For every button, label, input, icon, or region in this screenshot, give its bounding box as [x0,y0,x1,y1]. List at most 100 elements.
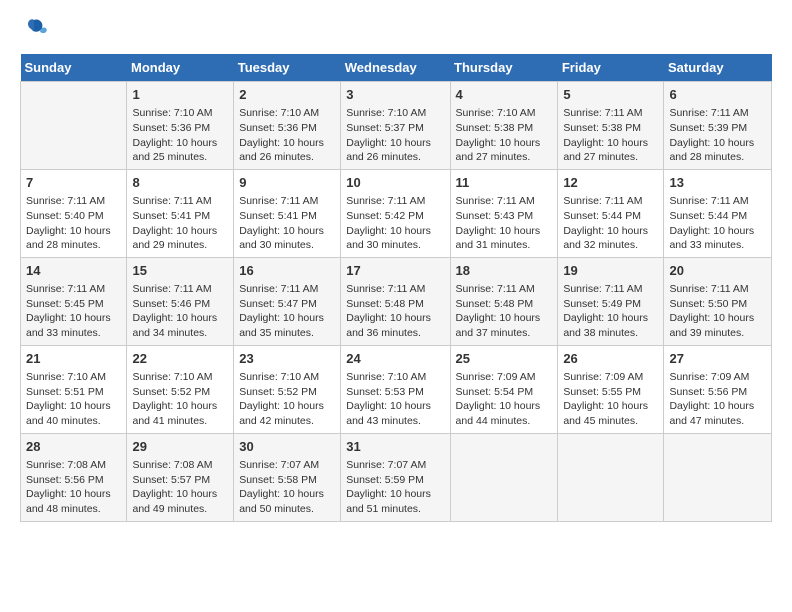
calendar-cell: 12 Sunrise: 7:11 AMSunset: 5:44 PMDayligh… [558,169,664,257]
header-row: SundayMondayTuesdayWednesdayThursdayFrid… [21,54,772,82]
day-info: Sunrise: 7:10 AMSunset: 5:52 PMDaylight:… [132,370,228,429]
day-info: Sunrise: 7:07 AMSunset: 5:59 PMDaylight:… [346,458,444,517]
day-number: 23 [239,350,335,368]
header-day-wednesday: Wednesday [341,54,450,82]
header-day-sunday: Sunday [21,54,127,82]
calendar-cell: 16 Sunrise: 7:11 AMSunset: 5:47 PMDayligh… [234,257,341,345]
calendar-cell: 23 Sunrise: 7:10 AMSunset: 5:52 PMDayligh… [234,345,341,433]
calendar-cell: 18Sunrise: 7:11 AMSunset: 5:48 PMDayligh… [450,257,558,345]
calendar-cell: 27Sunrise: 7:09 AMSunset: 5:56 PMDayligh… [664,345,772,433]
day-number: 28 [26,438,121,456]
header-day-monday: Monday [127,54,234,82]
day-info: Sunrise: 7:10 AMSunset: 5:36 PMDaylight:… [132,106,228,165]
week-row-3: 21 Sunrise: 7:10 AMSunset: 5:51 PMDayligh… [21,345,772,433]
day-info: Sunrise: 7:11 AMSunset: 5:38 PMDaylight:… [563,106,658,165]
calendar-cell [21,82,127,170]
calendar-cell: 11Sunrise: 7:11 AMSunset: 5:43 PMDayligh… [450,169,558,257]
day-info: Sunrise: 7:11 AMSunset: 5:45 PMDaylight:… [26,282,121,341]
day-number: 5 [563,86,658,104]
day-info: Sunrise: 7:11 AMSunset: 5:44 PMDaylight:… [563,194,658,253]
calendar-cell [450,433,558,521]
header-day-thursday: Thursday [450,54,558,82]
calendar-cell: 5 Sunrise: 7:11 AMSunset: 5:38 PMDaylight… [558,82,664,170]
calendar-cell: 31 Sunrise: 7:07 AMSunset: 5:59 PMDayligh… [341,433,450,521]
day-info: Sunrise: 7:11 AMSunset: 5:46 PMDaylight:… [132,282,228,341]
logo [20,16,52,44]
calendar-cell: 20Sunrise: 7:11 AMSunset: 5:50 PMDayligh… [664,257,772,345]
calendar-cell: 4 Sunrise: 7:10 AMSunset: 5:38 PMDaylight… [450,82,558,170]
day-info: Sunrise: 7:11 AMSunset: 5:40 PMDaylight:… [26,194,121,253]
calendar-cell: 25 Sunrise: 7:09 AMSunset: 5:54 PMDayligh… [450,345,558,433]
day-number: 14 [26,262,121,280]
day-number: 15 [132,262,228,280]
day-info: Sunrise: 7:11 AMSunset: 5:41 PMDaylight:… [239,194,335,253]
day-number: 6 [669,86,766,104]
day-info: Sunrise: 7:09 AMSunset: 5:54 PMDaylight:… [456,370,553,429]
calendar-body: 1 Sunrise: 7:10 AMSunset: 5:36 PMDaylight… [21,82,772,522]
day-info: Sunrise: 7:10 AMSunset: 5:37 PMDaylight:… [346,106,444,165]
calendar-cell: 1 Sunrise: 7:10 AMSunset: 5:36 PMDaylight… [127,82,234,170]
day-number: 2 [239,86,335,104]
day-number: 30 [239,438,335,456]
day-number: 13 [669,174,766,192]
calendar-cell: 7 Sunrise: 7:11 AMSunset: 5:40 PMDaylight… [21,169,127,257]
day-info: Sunrise: 7:10 AMSunset: 5:36 PMDaylight:… [239,106,335,165]
day-number: 26 [563,350,658,368]
day-number: 7 [26,174,121,192]
page: SundayMondayTuesdayWednesdayThursdayFrid… [0,0,792,538]
day-number: 24 [346,350,444,368]
calendar-cell: 15 Sunrise: 7:11 AMSunset: 5:46 PMDayligh… [127,257,234,345]
day-info: Sunrise: 7:11 AMSunset: 5:39 PMDaylight:… [669,106,766,165]
day-info: Sunrise: 7:11 AMSunset: 5:42 PMDaylight:… [346,194,444,253]
day-number: 16 [239,262,335,280]
week-row-1: 7 Sunrise: 7:11 AMSunset: 5:40 PMDaylight… [21,169,772,257]
day-number: 25 [456,350,553,368]
calendar-cell: 10 Sunrise: 7:11 AMSunset: 5:42 PMDayligh… [341,169,450,257]
calendar-cell: 13 Sunrise: 7:11 AMSunset: 5:44 PMDayligh… [664,169,772,257]
day-number: 31 [346,438,444,456]
day-info: Sunrise: 7:11 AMSunset: 5:48 PMDaylight:… [346,282,444,341]
day-info: Sunrise: 7:11 AMSunset: 5:41 PMDaylight:… [132,194,228,253]
calendar-cell: 22 Sunrise: 7:10 AMSunset: 5:52 PMDayligh… [127,345,234,433]
day-info: Sunrise: 7:10 AMSunset: 5:38 PMDaylight:… [456,106,553,165]
day-info: Sunrise: 7:10 AMSunset: 5:53 PMDaylight:… [346,370,444,429]
day-number: 11 [456,174,553,192]
day-info: Sunrise: 7:11 AMSunset: 5:48 PMDaylight:… [456,282,553,341]
day-info: Sunrise: 7:08 AMSunset: 5:56 PMDaylight:… [26,458,121,517]
week-row-4: 28 Sunrise: 7:08 AMSunset: 5:56 PMDayligh… [21,433,772,521]
calendar-cell: 21 Sunrise: 7:10 AMSunset: 5:51 PMDayligh… [21,345,127,433]
calendar-cell: 28 Sunrise: 7:08 AMSunset: 5:56 PMDayligh… [21,433,127,521]
calendar-cell: 6 Sunrise: 7:11 AMSunset: 5:39 PMDaylight… [664,82,772,170]
calendar-table: SundayMondayTuesdayWednesdayThursdayFrid… [20,54,772,522]
day-number: 17 [346,262,444,280]
day-info: Sunrise: 7:11 AMSunset: 5:47 PMDaylight:… [239,282,335,341]
day-info: Sunrise: 7:10 AMSunset: 5:52 PMDaylight:… [239,370,335,429]
calendar-header: SundayMondayTuesdayWednesdayThursdayFrid… [21,54,772,82]
calendar-cell: 17 Sunrise: 7:11 AMSunset: 5:48 PMDayligh… [341,257,450,345]
day-number: 10 [346,174,444,192]
day-number: 21 [26,350,121,368]
header-day-tuesday: Tuesday [234,54,341,82]
calendar-cell [664,433,772,521]
day-number: 4 [456,86,553,104]
day-info: Sunrise: 7:11 AMSunset: 5:44 PMDaylight:… [669,194,766,253]
day-number: 1 [132,86,228,104]
day-number: 12 [563,174,658,192]
day-number: 22 [132,350,228,368]
day-number: 20 [669,262,766,280]
calendar-cell: 29 Sunrise: 7:08 AMSunset: 5:57 PMDayligh… [127,433,234,521]
header [20,16,772,44]
calendar-cell: 30 Sunrise: 7:07 AMSunset: 5:58 PMDayligh… [234,433,341,521]
week-row-0: 1 Sunrise: 7:10 AMSunset: 5:36 PMDaylight… [21,82,772,170]
day-info: Sunrise: 7:08 AMSunset: 5:57 PMDaylight:… [132,458,228,517]
day-number: 9 [239,174,335,192]
day-number: 29 [132,438,228,456]
day-number: 27 [669,350,766,368]
calendar-cell: 26Sunrise: 7:09 AMSunset: 5:55 PMDayligh… [558,345,664,433]
day-info: Sunrise: 7:10 AMSunset: 5:51 PMDaylight:… [26,370,121,429]
calendar-cell: 8Sunrise: 7:11 AMSunset: 5:41 PMDaylight… [127,169,234,257]
calendar-cell: 3Sunrise: 7:10 AMSunset: 5:37 PMDaylight… [341,82,450,170]
header-day-friday: Friday [558,54,664,82]
day-info: Sunrise: 7:07 AMSunset: 5:58 PMDaylight:… [239,458,335,517]
calendar-cell [558,433,664,521]
